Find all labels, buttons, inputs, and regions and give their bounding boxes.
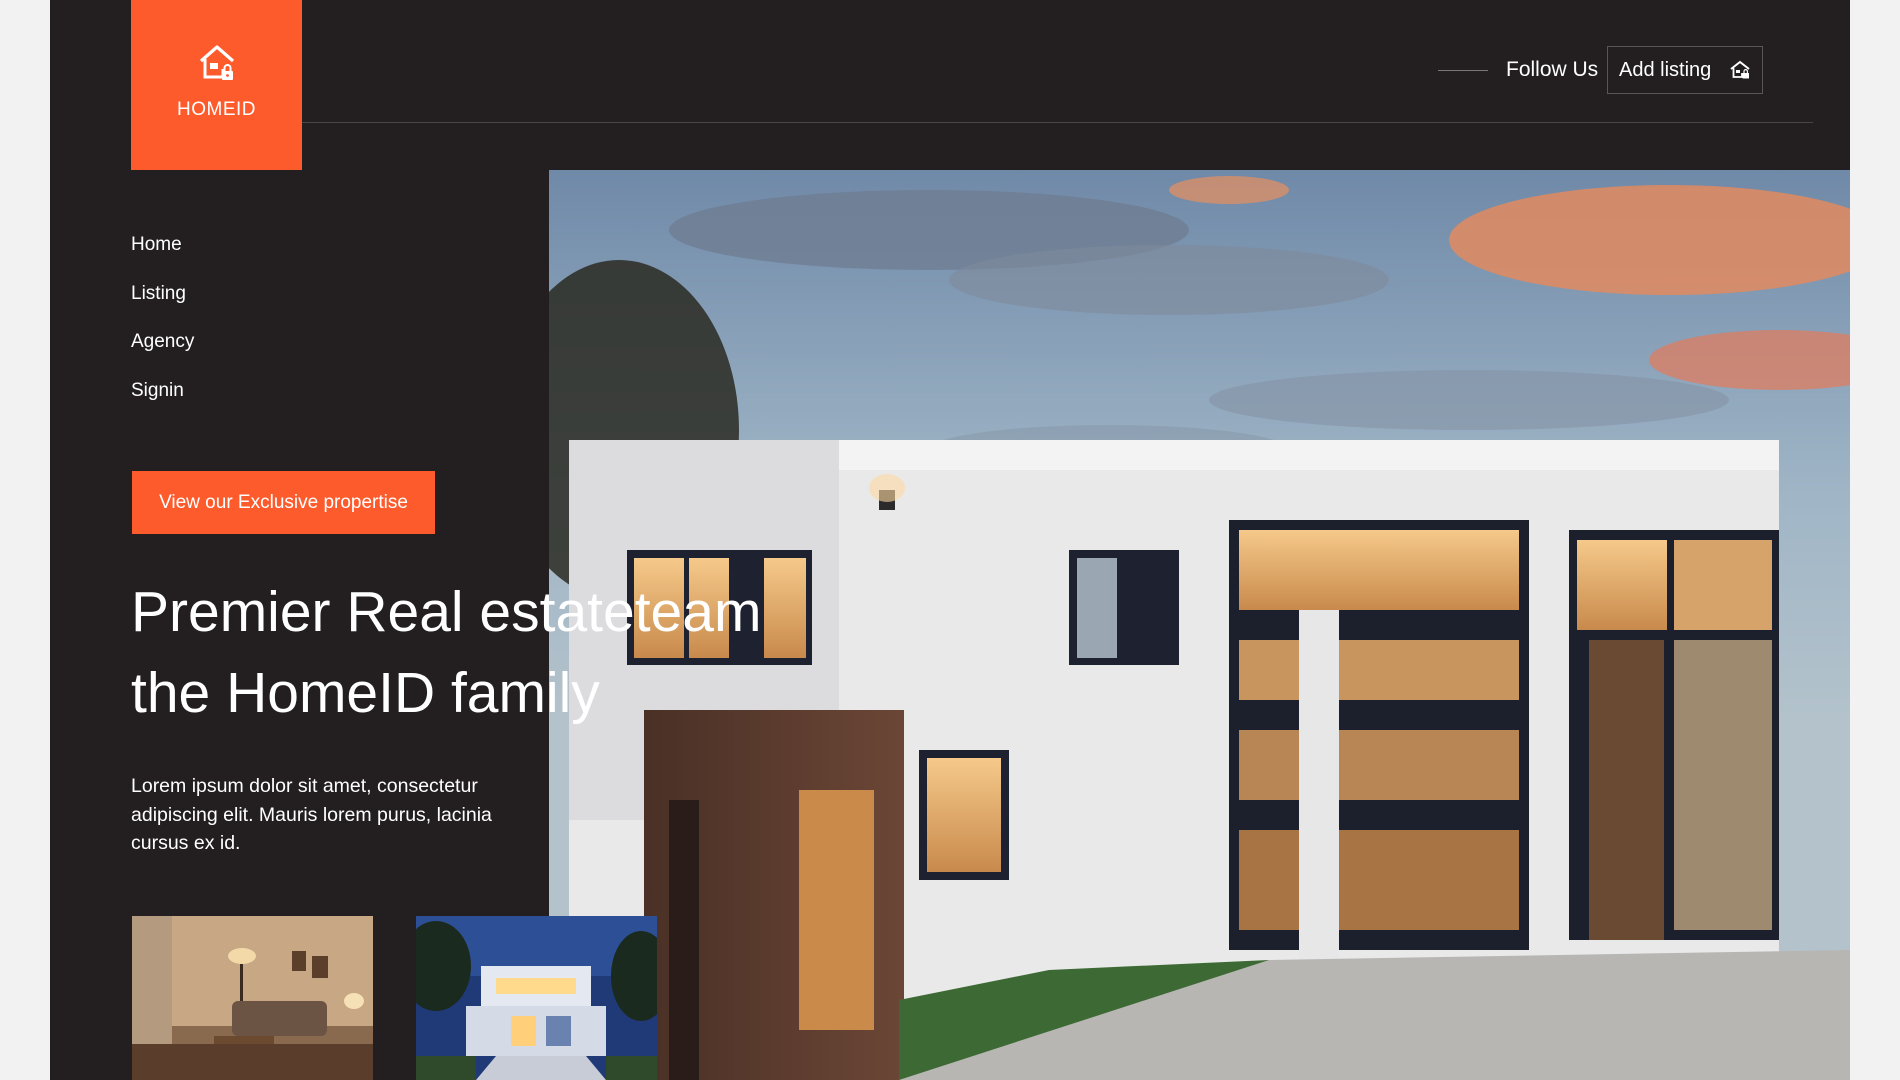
exclusive-properties-button[interactable]: View our Exclusive propertise <box>132 471 435 534</box>
thumbnail-house-exterior[interactable] <box>416 916 657 1080</box>
add-listing-label: Add listing <box>1619 58 1712 81</box>
follow-divider <box>1438 70 1488 71</box>
headline-line-2: the HomeID family <box>131 661 600 725</box>
house-icon <box>1730 60 1750 79</box>
headline-line-1: Premier Real estateteam <box>131 580 762 644</box>
living-room-photo <box>132 916 373 1080</box>
hero-headline: Premier Real estateteam the HomeID famil… <box>131 572 891 734</box>
brand-logo[interactable]: HOMEID <box>131 0 302 170</box>
brand-name: HOMEID <box>177 99 256 120</box>
nav-item-agency[interactable]: Agency <box>131 327 194 376</box>
hero-description: Lorem ipsum dolor sit amet, consectetur … <box>131 775 492 854</box>
nav-item-signin[interactable]: Signin <box>131 376 194 425</box>
page-container: HOMEID Follow Us Add listing Home Listin… <box>50 0 1850 1080</box>
house-exterior-photo <box>416 916 657 1080</box>
main-nav: Home Listing Agency Signin <box>131 230 194 424</box>
header-divider <box>302 122 1813 123</box>
nav-item-home[interactable]: Home <box>131 230 194 279</box>
add-listing-button[interactable]: Add listing <box>1607 46 1763 94</box>
nav-item-listing[interactable]: Listing <box>131 279 194 328</box>
house-icon <box>199 45 234 80</box>
follow-us-link[interactable]: Follow Us <box>1506 58 1598 82</box>
thumbnail-living-room[interactable] <box>132 916 373 1080</box>
